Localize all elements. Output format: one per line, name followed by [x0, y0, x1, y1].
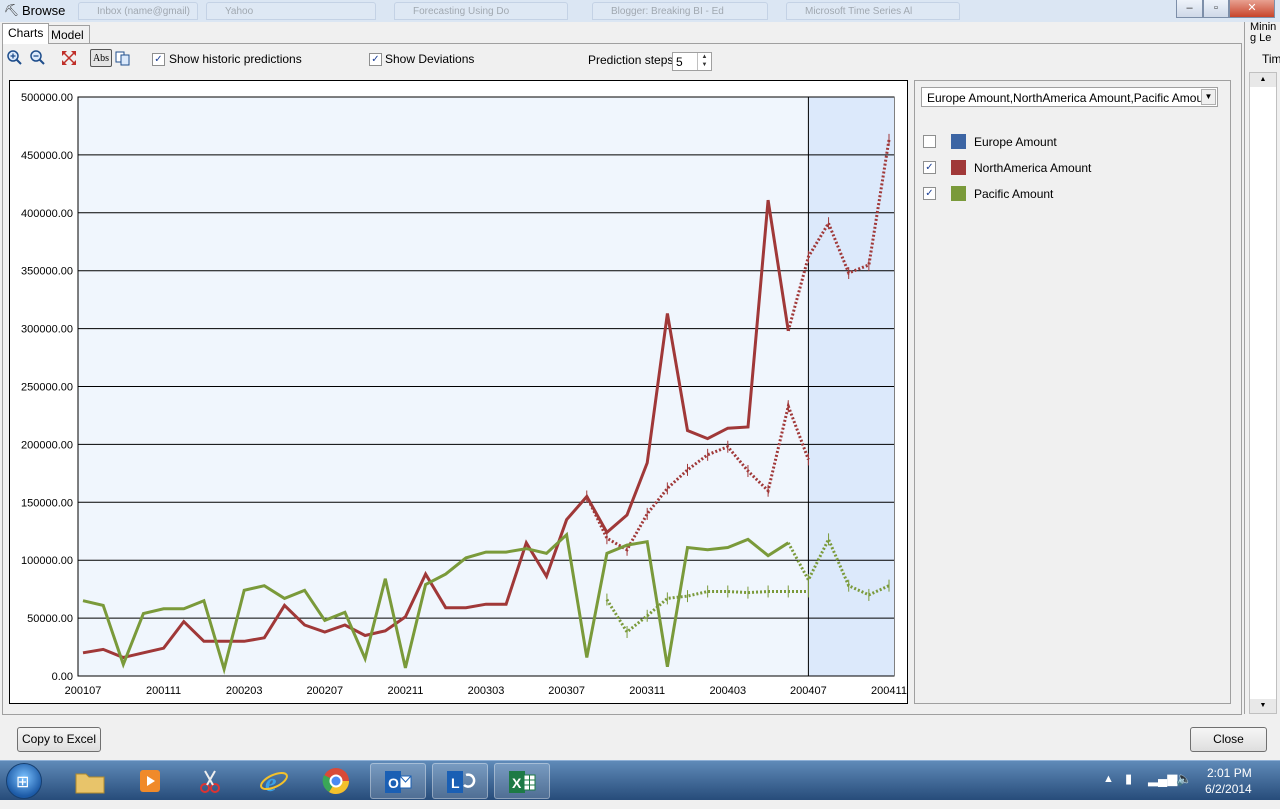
windows-logo-icon: ⊞ [16, 774, 30, 791]
mining-legend-title: Minin g Le [1250, 22, 1276, 44]
y-tick-label: 350000.00 [21, 266, 73, 278]
x-tick-label: 200307 [548, 685, 585, 697]
x-tick-label: 200111 [146, 685, 181, 697]
mining-legend-title-line2: g Le [1250, 32, 1272, 44]
volume-icon[interactable]: 🔈 [1176, 771, 1192, 787]
taskbar: ⊞ e O L X [0, 760, 1280, 800]
svg-text:L: L [451, 775, 460, 791]
background-tab[interactable]: Forecasting Using Do [394, 2, 568, 20]
outlook-taskbar-button[interactable]: O [370, 763, 426, 799]
clock-time[interactable]: 2:01 PM [1207, 766, 1252, 780]
legend-label-northamerica: NorthAmerica Amount [974, 161, 1092, 175]
y-tick-label: 300000.00 [21, 324, 73, 336]
lync-taskbar-button[interactable]: L [432, 763, 488, 799]
mining-legend-label: Tim [1262, 52, 1280, 66]
y-tick-label: 0.00 [52, 671, 73, 683]
legend-label-pacific: Pacific Amount [974, 187, 1054, 201]
excel-icon: X [509, 771, 536, 793]
legend-checkbox-northamerica[interactable]: ✓ [923, 161, 936, 174]
folder-icon [75, 773, 105, 794]
y-tick-label: 100000.00 [21, 555, 73, 567]
window-title: Browse [22, 3, 66, 18]
x-tick-label: 200407 [790, 685, 827, 697]
svg-text:O: O [388, 775, 399, 791]
internet-explorer-taskbar-button[interactable]: e [246, 763, 302, 799]
show-historic-label: Show historic predictions [169, 52, 302, 66]
chrome-icon [322, 768, 350, 795]
scroll-up-button[interactable]: ▲ [1250, 73, 1276, 87]
background-tab[interactable]: Inbox (name@gmail) [78, 2, 198, 20]
svg-text:X: X [512, 775, 522, 791]
close-button[interactable]: Close [1190, 727, 1267, 752]
copy-icon[interactable] [114, 49, 132, 67]
fit-icon[interactable] [60, 49, 78, 67]
pickaxe-icon: ⛏ [4, 3, 20, 17]
zoom-in-icon[interactable] [6, 49, 24, 67]
show-historic-checkbox[interactable]: ✓ [152, 53, 165, 66]
chrome-taskbar-button[interactable] [308, 763, 364, 799]
zoom-out-icon[interactable] [29, 49, 47, 67]
series-selector[interactable]: Europe Amount,NorthAmerica Amount,Pacifi… [921, 87, 1218, 107]
background-tab[interactable]: Yahoo [206, 2, 376, 20]
show-deviations-label: Show Deviations [385, 52, 475, 66]
forecast-chart[interactable]: 500000.00 450000.00 400000.00 350000.00 3000… [10, 81, 907, 703]
legend-checkbox-europe[interactable] [923, 135, 936, 148]
prediction-steps-label: Prediction steps [588, 53, 674, 67]
signal-icon[interactable]: ▂▄▆ [1148, 771, 1177, 787]
tab-charts[interactable]: Charts [2, 23, 50, 44]
legend-swatch-northamerica [951, 160, 966, 175]
y-tick-label: 200000.00 [21, 439, 73, 451]
y-tick-label: 500000.00 [21, 92, 73, 104]
copy-to-excel-button[interactable]: Copy to Excel [17, 727, 101, 752]
x-tick-label: 200303 [468, 685, 505, 697]
legend-checkbox-pacific[interactable]: ✓ [923, 187, 936, 200]
background-tab[interactable]: Microsoft Time Series Al [786, 2, 960, 20]
tray-expand-icon[interactable]: ▲ [1103, 773, 1114, 785]
svg-text:e: e [265, 768, 277, 797]
legend-label-europe: Europe Amount [974, 135, 1057, 149]
legend-swatch-pacific [951, 186, 966, 201]
background-tabs: Inbox (name@gmail) Yahoo Forecasting Usi… [78, 2, 1168, 20]
y-tick-label: 150000.00 [21, 497, 73, 509]
legend-swatch-europe [951, 134, 966, 149]
show-deviations-checkbox[interactable]: ✓ [369, 53, 382, 66]
x-tick-label: 200207 [306, 685, 343, 697]
start-button[interactable]: ⊞ [6, 763, 42, 799]
x-tick-label: 200211 [387, 685, 423, 697]
title-bar: ⛏ Browse Inbox (name@gmail) Yahoo Foreca… [0, 0, 1280, 22]
y-tick-label: 250000.00 [21, 382, 73, 394]
y-tick-label: 50000.00 [27, 613, 73, 625]
x-tick-label: 200203 [226, 685, 263, 697]
media-player-icon [140, 770, 160, 792]
chevron-down-icon[interactable]: ▼ [1201, 89, 1216, 105]
battery-icon[interactable]: ▮ [1125, 771, 1132, 787]
explorer-taskbar-button[interactable] [62, 763, 118, 799]
close-window-button[interactable]: ✕ [1229, 0, 1275, 18]
mining-legend-scrollbar[interactable]: ▲ ▼ [1249, 72, 1277, 714]
maximize-button[interactable]: ▫ [1203, 0, 1229, 18]
background-tab[interactable]: Blogger: Breaking BI - Ed [592, 2, 768, 20]
y-tick-label: 450000.00 [21, 150, 73, 162]
x-tick-label: 200403 [709, 685, 746, 697]
x-tick-label: 200107 [65, 685, 102, 697]
y-tick-label: 400000.00 [21, 208, 73, 220]
outlook-icon: O [385, 771, 412, 793]
scissors-icon [200, 770, 220, 793]
x-tick-label: 200411 [871, 685, 907, 697]
clock-date[interactable]: 6/2/2014 [1205, 782, 1252, 796]
x-tick-label: 200311 [629, 685, 665, 697]
snipping-tool-taskbar-button[interactable] [182, 763, 238, 799]
series-selector-value: Europe Amount,NorthAmerica Amount,Pacifi… [927, 91, 1214, 105]
chart-frame: 500000.00 450000.00 400000.00 350000.00 3000… [9, 80, 908, 704]
lync-icon: L [447, 771, 476, 793]
tab-model[interactable]: Model [45, 25, 90, 43]
abs-toggle-button[interactable]: Abs [90, 49, 112, 67]
internet-explorer-icon: e [260, 768, 288, 797]
prediction-steps-spinner[interactable]: ▲ ▼ [697, 53, 711, 70]
scroll-down-button[interactable]: ▼ [1250, 699, 1276, 713]
excel-taskbar-button[interactable]: X [494, 763, 550, 799]
minimize-button[interactable]: – [1176, 0, 1203, 18]
media-player-taskbar-button[interactable] [122, 763, 178, 799]
